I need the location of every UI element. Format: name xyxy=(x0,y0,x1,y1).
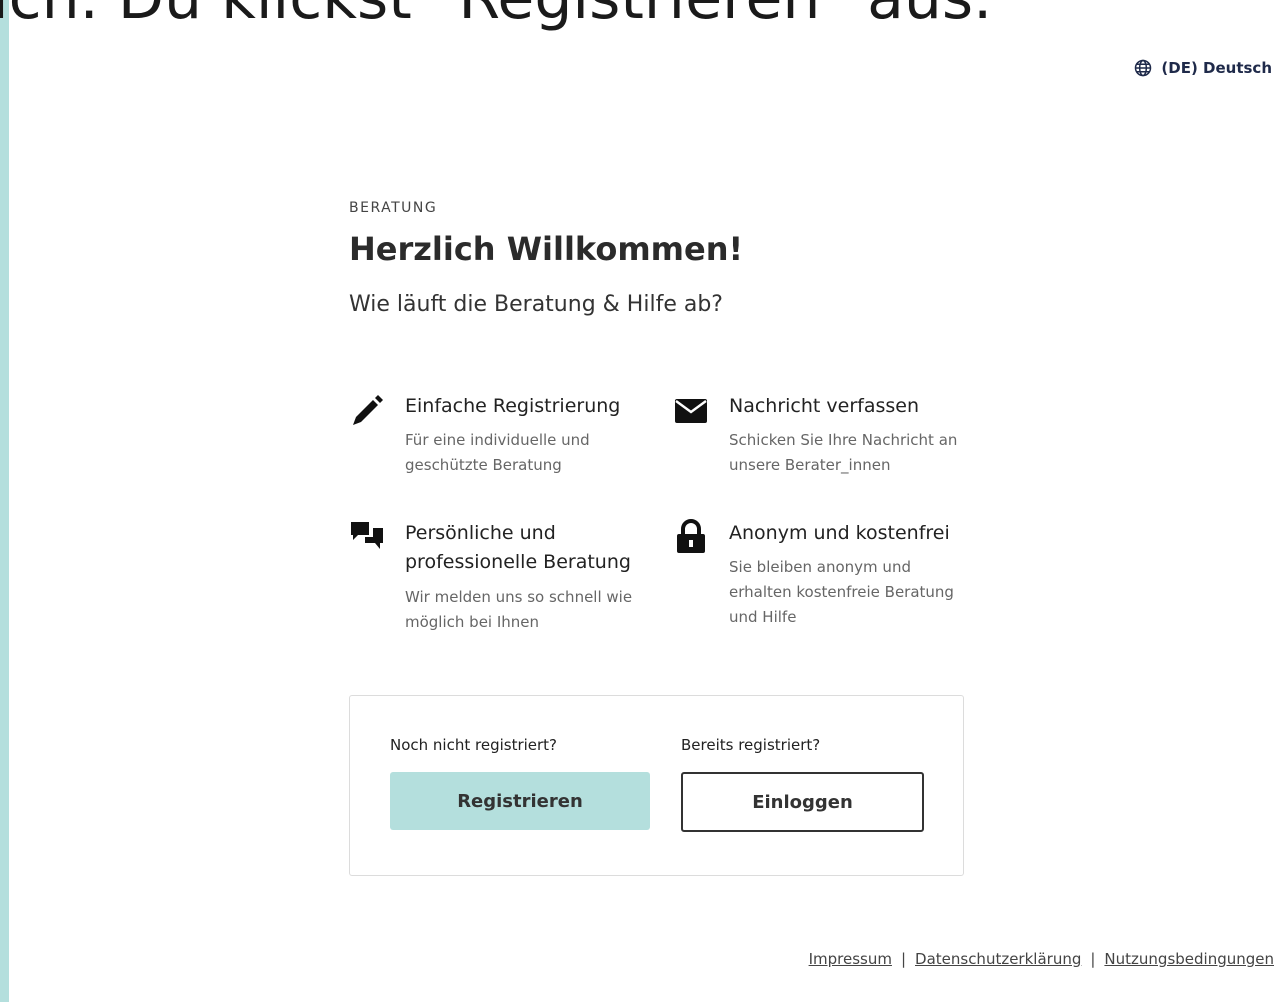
feature-grid: Einfache Registrierung Für eine individu… xyxy=(349,392,969,652)
feature-desc: Für eine individuelle und geschützte Ber… xyxy=(405,431,590,474)
left-accent-bar xyxy=(0,0,9,1002)
page-subtitle: Wie läuft die Beratung & Hilfe ab? xyxy=(349,292,723,317)
feature-title: Nachricht verfassen xyxy=(729,395,920,417)
lock-icon xyxy=(677,519,705,553)
overlay-caption: ich. Du klickst "Registrieren" aus. xyxy=(0,0,1286,48)
page-title: Herzlich Willkommen! xyxy=(349,230,744,268)
auth-card: Noch nicht registriert? Registrieren Ber… xyxy=(349,695,964,876)
envelope-icon xyxy=(675,399,707,423)
feature-desc: Wir melden uns so schnell wie möglich be… xyxy=(405,588,633,631)
chat-bubbles-icon xyxy=(351,522,383,549)
language-selector[interactable]: (DE) Deutsch xyxy=(1133,58,1272,78)
feature-desc: Schicken Sie Ihre Nachricht an unsere Be… xyxy=(729,431,958,474)
feature-desc: Sie bleiben anonym und erhalten kostenfr… xyxy=(729,558,954,626)
register-column: Noch nicht registriert? Registrieren xyxy=(390,736,650,830)
pencil-icon xyxy=(353,395,383,425)
login-button[interactable]: Einloggen xyxy=(681,772,924,832)
footer-links: Impressum | Datenschutzerklärung | Nutzungsb… xyxy=(809,950,1274,968)
footer-separator: | xyxy=(900,950,907,968)
language-label: (DE) Deutsch xyxy=(1161,59,1272,77)
login-column: Bereits registriert? Einloggen xyxy=(681,736,924,832)
register-prompt: Noch nicht registriert? xyxy=(390,736,558,754)
globe-icon xyxy=(1135,59,1152,77)
register-button[interactable]: Registrieren xyxy=(390,772,650,830)
intro-section: BERATUNG Herzlich Willkommen! Wie läuft … xyxy=(349,200,969,317)
login-prompt: Bereits registriert? xyxy=(681,736,821,754)
feature-title: Einfache Registrierung xyxy=(405,395,621,417)
feature-title: Anonym und kostenfrei xyxy=(729,522,950,544)
eyebrow-label: BERATUNG xyxy=(349,200,438,216)
privacy-link[interactable]: Datenschutzerklärung xyxy=(915,950,1081,968)
imprint-link[interactable]: Impressum xyxy=(809,950,892,968)
terms-link[interactable]: Nutzungsbedingungen xyxy=(1104,950,1274,968)
footer-separator: | xyxy=(1090,950,1096,968)
feature-title: Persönliche und professionelle Beratung xyxy=(405,522,631,573)
